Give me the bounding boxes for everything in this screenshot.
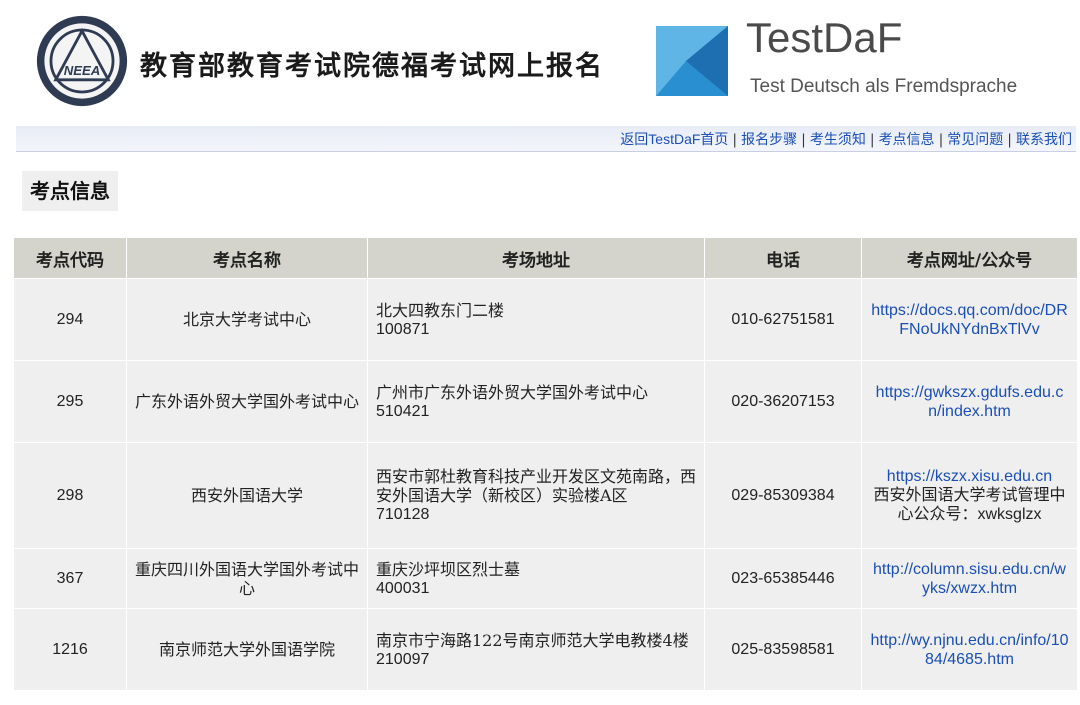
table-header-row: 考点代码 考点名称 考场地址 电话 考点网址/公众号: [13, 237, 1078, 279]
nav-steps-link[interactable]: 报名步骤: [741, 132, 797, 148]
site-phone: 029-85309384: [704, 442, 862, 549]
nav-sites-link[interactable]: 考点信息: [879, 132, 935, 148]
nav-separator: |: [1007, 132, 1012, 148]
site-url-cell: https://docs.qq.com/doc/DRFNoUkNYdnBxTlV…: [861, 278, 1078, 361]
address-line: 北大四教东门二楼: [376, 300, 505, 320]
site-url-link[interactable]: https://docs.qq.com/doc/DRFNoUkNYdnBxTlV…: [870, 301, 1069, 339]
site-url-cell: http://column.sisu.edu.cn/wyks/xwzx.htm: [861, 548, 1078, 609]
site-url-link[interactable]: https://gwkszx.gdufs.edu.cn/index.htm: [870, 383, 1069, 421]
col-header-code: 考点代码: [13, 237, 127, 279]
table-row: 1216 南京师范大学外国语学院 南京市宁海路122号南京师范大学电教楼4楼 21…: [13, 608, 1078, 691]
site-name: 广东外语外贸大学国外考试中心: [126, 360, 368, 443]
nav-separator: |: [801, 132, 806, 148]
site-code: 295: [13, 360, 127, 443]
nav-home-link[interactable]: 返回TestDaF首页: [620, 131, 729, 148]
table-row: 295 广东外语外贸大学国外考试中心 广州市广东外语外贸大学国外考试中心 5104…: [13, 360, 1078, 443]
address-zip: 100871: [376, 320, 430, 338]
site-url-link[interactable]: http://column.sisu.edu.cn/wyks/xwzx.htm: [870, 560, 1069, 598]
nav-contact-link[interactable]: 联系我们: [1016, 132, 1072, 148]
col-header-phone: 电话: [704, 237, 862, 279]
testdaf-name: TestDaF: [746, 14, 903, 61]
top-nav: 返回TestDaF首页 | 报名步骤 | 考生须知 | 考点信息 | 常见问题 | 联系我们: [16, 126, 1076, 152]
site-address: 西安市郭杜教育科技产业开发区文苑南路，西安外国语大学（新校区）实验楼A区 7101…: [367, 442, 705, 549]
site-code: 294: [13, 278, 127, 361]
testdaf-logo-icon: [656, 26, 728, 96]
col-header-name: 考点名称: [126, 237, 368, 279]
site-code: 298: [13, 442, 127, 549]
site-name: 西安外国语大学: [126, 442, 368, 549]
nav-notice-link[interactable]: 考生须知: [810, 132, 866, 148]
address-line: 西安市郭杜教育科技产业开发区文苑南路，西安外国语大学（新校区）实验楼A区: [376, 467, 697, 505]
section-title: 考点信息: [22, 171, 118, 211]
site-wechat-note: 西安外国语大学考试管理中心公众号：xwksglzx: [873, 487, 1066, 523]
table-row: 294 北京大学考试中心 北大四教东门二楼 100871 010-62751581…: [13, 278, 1078, 361]
nav-faq-link[interactable]: 常见问题: [947, 132, 1003, 148]
address-line: 重庆沙坪坝区烈士墓: [376, 559, 521, 579]
site-address: 北大四教东门二楼 100871: [367, 278, 705, 361]
address-zip: 510421: [376, 402, 430, 420]
nav-separator: |: [938, 132, 944, 148]
col-header-address: 考场地址: [367, 237, 705, 279]
site-url-cell: https://gwkszx.gdufs.edu.cn/index.htm: [861, 360, 1078, 443]
site-title: 教育部教育考试院德福考试网上报名: [140, 51, 604, 82]
site-url-link[interactable]: https://kszx.xisu.edu.cn: [870, 467, 1069, 486]
col-header-url: 考点网址/公众号: [861, 237, 1078, 279]
address-zip: 210097: [376, 650, 430, 668]
nav-separator: |: [732, 132, 738, 148]
testdaf-subtitle: Test Deutsch als Fremdsprache: [750, 76, 1018, 97]
site-phone: 020-36207153: [704, 360, 862, 443]
site-name: 南京师范大学外国语学院: [126, 608, 368, 691]
table-row: 367 重庆四川外国语大学国外考试中心 重庆沙坪坝区烈士墓 400031 023-…: [13, 548, 1078, 609]
site-code: 367: [13, 548, 127, 609]
nav-home-prefix: 返回: [620, 132, 649, 148]
site-url-link[interactable]: http://wy.njnu.edu.cn/info/1084/4685.htm: [870, 631, 1069, 669]
neea-logo: NEEA: [36, 15, 128, 107]
nav-home-suffix: 首页: [700, 132, 729, 148]
page-header: NEEA 教育部教育考试院德福考试网上报名 TestDaF Test Deuts…: [0, 0, 1080, 118]
address-line: 南京市宁海路122号南京师范大学电教楼4楼: [376, 630, 689, 650]
site-phone: 023-65385446: [704, 548, 862, 609]
site-code: 1216: [13, 608, 127, 691]
table-row: 298 西安外国语大学 西安市郭杜教育科技产业开发区文苑南路，西安外国语大学（新…: [13, 442, 1078, 549]
site-address: 广州市广东外语外贸大学国外考试中心 510421: [367, 360, 705, 443]
site-phone: 010-62751581: [704, 278, 862, 361]
nav-separator: |: [869, 132, 875, 148]
nav-home-label: TestDaF: [648, 131, 701, 147]
site-address: 重庆沙坪坝区烈士墓 400031: [367, 548, 705, 609]
test-site-table: 考点代码 考点名称 考场地址 电话 考点网址/公众号 294 北京大学考试中心 …: [13, 237, 1078, 691]
address-zip: 710128: [376, 506, 430, 523]
site-name: 重庆四川外国语大学国外考试中心: [126, 548, 368, 609]
address-line: 广州市广东外语外贸大学国外考试中心: [376, 382, 649, 402]
site-url-cell: https://kszx.xisu.edu.cn 西安外国语大学考试管理中心公众号…: [861, 442, 1078, 549]
neea-logo-text: NEEA: [64, 63, 101, 78]
address-zip: 400031: [376, 579, 430, 597]
site-address: 南京市宁海路122号南京师范大学电教楼4楼 210097: [367, 608, 705, 691]
site-name: 北京大学考试中心: [126, 278, 368, 361]
site-phone: 025-83598581: [704, 608, 862, 691]
site-url-cell: http://wy.njnu.edu.cn/info/1084/4685.htm: [861, 608, 1078, 691]
